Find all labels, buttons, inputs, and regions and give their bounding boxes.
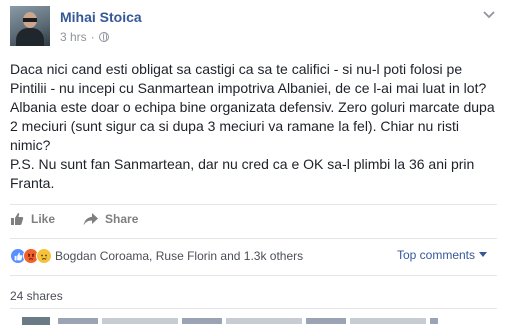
author-name[interactable]: Mihai Stoica [60,9,142,25]
post-meta: 3 hrs · [60,30,109,44]
comment-sort-dropdown[interactable]: Top comments [397,248,487,262]
divider [10,308,497,309]
meta-separator: · [90,30,95,44]
reaction-icons[interactable] [10,248,52,264]
share-button[interactable]: Share [83,212,138,226]
post-body: Daca nici cand esti obligat sa castigi c… [10,60,500,193]
commenter-avatar[interactable] [22,317,50,325]
divider [10,204,497,205]
divider [10,238,497,239]
comment-preview-line [58,318,438,324]
chevron-down-icon[interactable] [483,10,495,20]
post-paragraph: Daca nici cand esti obligat sa castigi c… [10,61,495,153]
shares-count[interactable]: 24 shares [10,289,63,303]
sort-label: Top comments [396,248,475,262]
like-button[interactable]: Like [10,212,55,226]
like-label: Like [31,212,56,226]
avatar[interactable] [10,6,50,46]
divider [10,275,497,276]
timestamp[interactable]: 3 hrs [60,30,87,44]
reactions-text[interactable]: Bogdan Coroama, Ruse Florin and 1.3k oth… [55,249,303,263]
share-arrow-icon [83,212,99,225]
post-paragraph: P.S. Nu sunt fan Sanmartean, dar nu cred… [10,156,475,191]
caret-down-icon [479,252,487,257]
action-bar: Like Share [10,212,138,226]
globe-icon[interactable] [98,32,109,42]
comment-preview-clipped [10,315,497,325]
thumbs-up-icon [11,213,24,225]
sad-reaction-icon [36,248,52,264]
reactions-summary[interactable]: Bogdan Coroama, Ruse Florin and 1.3k oth… [10,248,303,264]
share-label: Share [105,212,139,226]
